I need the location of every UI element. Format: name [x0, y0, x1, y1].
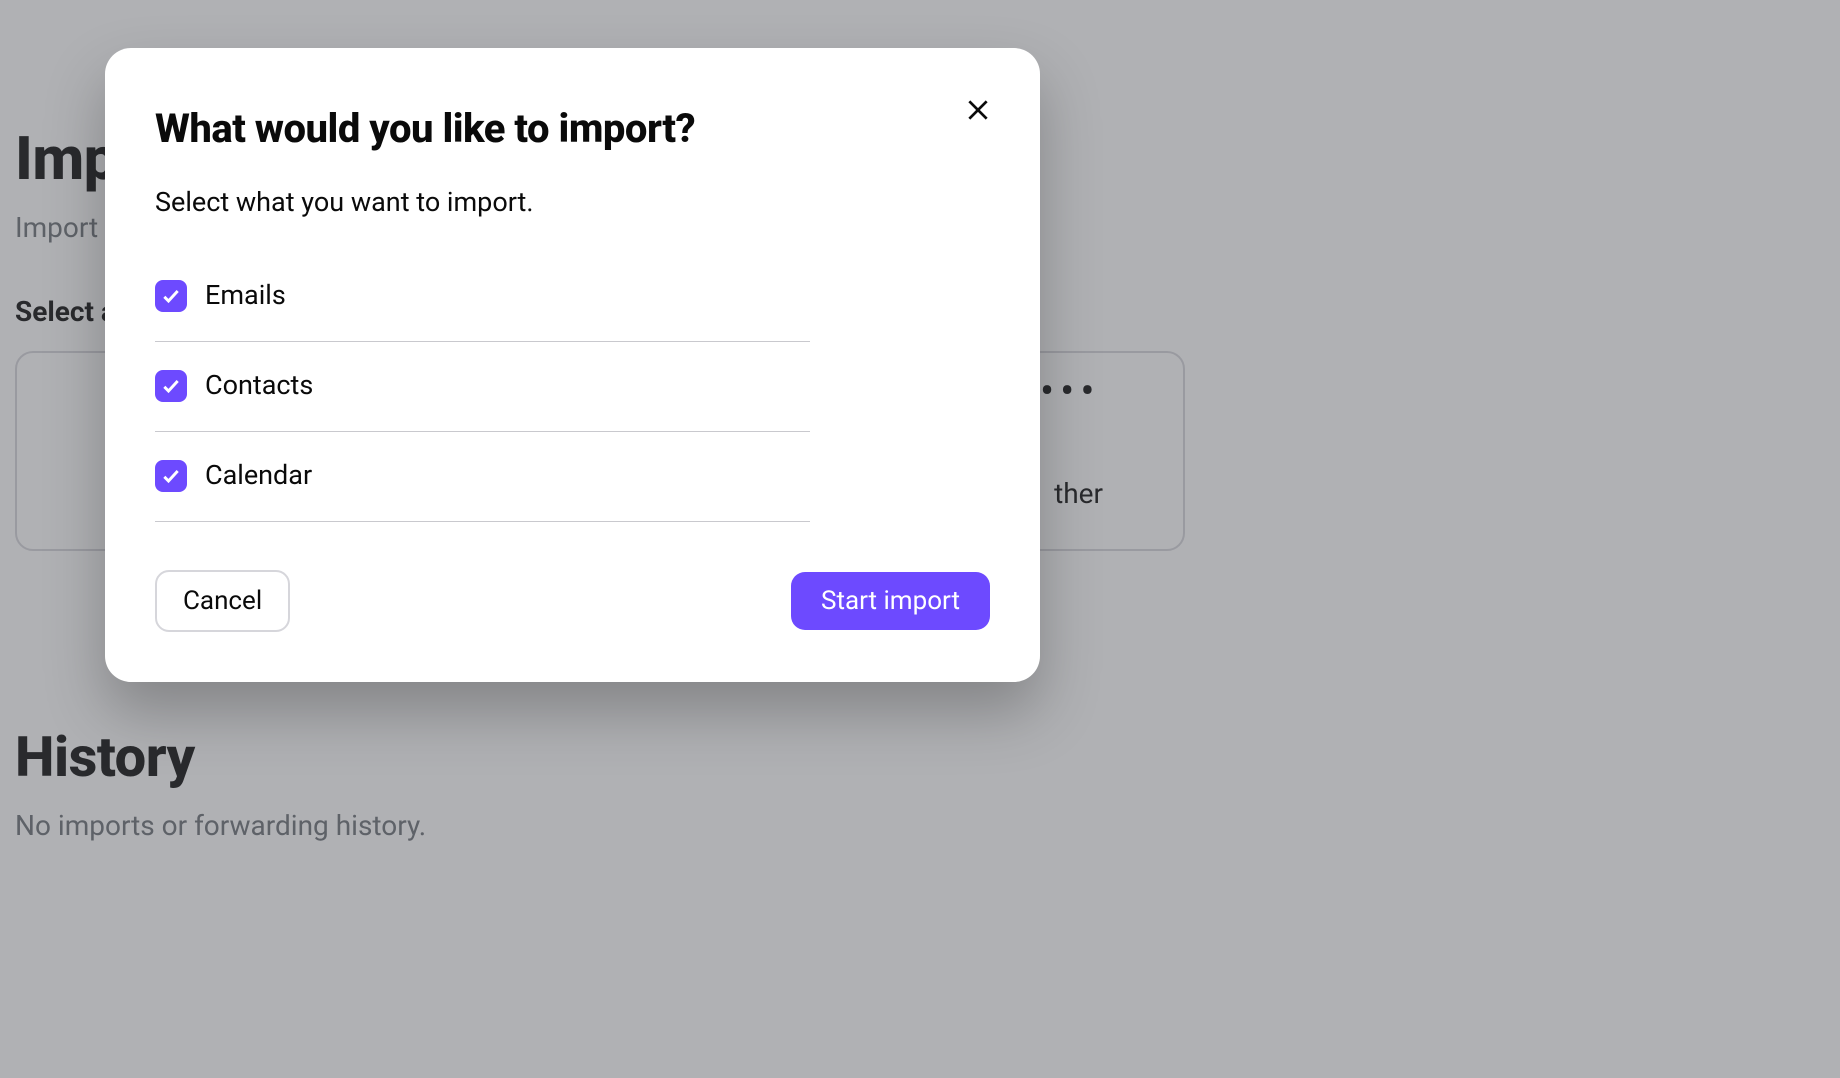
checkbox-contacts[interactable]: [155, 370, 187, 402]
option-emails[interactable]: Emails: [155, 260, 810, 342]
checkbox-calendar[interactable]: [155, 460, 187, 492]
option-label: Emails: [205, 278, 286, 313]
import-options-list: Emails Contacts Calendar: [155, 260, 810, 522]
close-icon: [965, 97, 991, 123]
modal-description: Select what you want to import.: [155, 185, 990, 220]
modal-title: What would you like to import?: [155, 103, 990, 155]
option-contacts[interactable]: Contacts: [155, 342, 810, 432]
modal-actions: Cancel Start import: [155, 570, 990, 632]
check-icon: [161, 466, 181, 486]
checkbox-emails[interactable]: [155, 280, 187, 312]
option-label: Contacts: [205, 368, 313, 403]
option-label: Calendar: [205, 458, 312, 493]
start-import-button[interactable]: Start import: [791, 572, 990, 630]
check-icon: [161, 286, 181, 306]
close-button[interactable]: [956, 88, 1000, 132]
import-selection-modal: What would you like to import? Select wh…: [105, 48, 1040, 682]
cancel-button[interactable]: Cancel: [155, 570, 290, 632]
option-calendar[interactable]: Calendar: [155, 432, 810, 522]
check-icon: [161, 376, 181, 396]
